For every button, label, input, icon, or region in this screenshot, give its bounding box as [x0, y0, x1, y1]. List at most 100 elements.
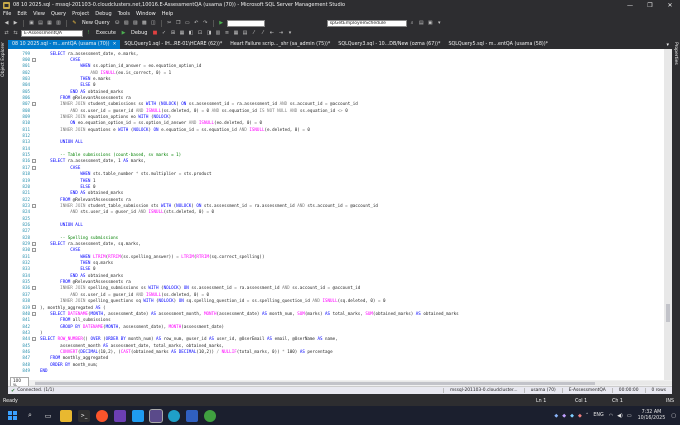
- object-explorer-tab[interactable]: Object Explorer: [1, 42, 6, 77]
- tray-app-icon[interactable]: ◆: [562, 413, 566, 419]
- fold-toggle-icon[interactable]: -: [32, 57, 36, 62]
- ssms-taskbar-icon[interactable]: [149, 408, 163, 423]
- mdx-icon[interactable]: ▧: [123, 20, 130, 27]
- code-line[interactable]: CASE: [40, 247, 80, 252]
- live-stats-icon[interactable]: ◨: [205, 30, 212, 37]
- debug-icon[interactable]: ▶: [120, 30, 127, 37]
- menu-file[interactable]: File: [3, 11, 11, 17]
- comment-icon[interactable]: ⁄: [250, 30, 257, 37]
- code-line[interactable]: ORDER BY month_num;: [40, 362, 98, 367]
- tab-heart-failure-script[interactable]: Heart Failure scrip..._shr (sa_admin (75…: [226, 40, 334, 49]
- clock[interactable]: 7:32 AM 10/16/2025: [638, 410, 666, 422]
- code-line[interactable]: CASE: [40, 57, 80, 62]
- connect-icon[interactable]: ⇄: [3, 30, 10, 37]
- code-line[interactable]: END AS obtained_marks: [40, 190, 123, 195]
- redo-icon[interactable]: ↷: [202, 20, 209, 27]
- code-line[interactable]: INNER JOIN spelling_submissions ss WITH …: [40, 285, 360, 290]
- include-plan-icon[interactable]: ⊡: [196, 30, 203, 37]
- code-line[interactable]: SELECT ra.assessment_date, sq.marks,: [40, 241, 141, 246]
- vertical-scroll-thumb[interactable]: [666, 304, 670, 322]
- tray-app-icon[interactable]: ◆: [554, 413, 558, 419]
- properties-icon[interactable]: ▤: [418, 20, 425, 27]
- vertical-scrollbar[interactable]: [664, 49, 672, 380]
- disconnect-icon[interactable]: ⇆: [12, 30, 19, 37]
- save-all-icon[interactable]: ▥: [55, 20, 62, 27]
- close-tab-icon[interactable]: ✕: [113, 42, 117, 47]
- task-view-icon[interactable]: ▭: [42, 410, 54, 422]
- cancel-query-icon[interactable]: ■: [151, 30, 158, 37]
- menu-view[interactable]: View: [33, 11, 45, 17]
- intellisense-icon[interactable]: ◧: [187, 30, 194, 37]
- edge-browser-icon[interactable]: [168, 409, 180, 422]
- code-line[interactable]: UNION ALL: [40, 222, 83, 227]
- code-line[interactable]: AND ss.user_id = @user_id AND ISNULL(ss.…: [40, 292, 209, 297]
- tab-sqlquery5[interactable]: SQLQuery5.sql - m...entQA (usama (58))*: [444, 40, 552, 49]
- code-line[interactable]: FROM @RelevantAssessments ra: [40, 197, 131, 202]
- minimize-button[interactable]: —: [620, 0, 640, 10]
- code-line[interactable]: AND ss.user_id = @user_id AND ISNULL(ss.…: [40, 108, 347, 113]
- code-line[interactable]: INNER JOIN student_submissions ss WITH (…: [40, 101, 358, 106]
- fold-toggle-icon[interactable]: -: [32, 337, 36, 342]
- code-line[interactable]: END AS obtained_marks: [40, 273, 123, 278]
- visual-studio-icon[interactable]: [114, 409, 126, 422]
- specify-values-icon[interactable]: ▾: [286, 30, 293, 37]
- search-icon[interactable]: ⌕: [24, 410, 36, 422]
- available-databases-combo[interactable]: E-AssessmentQA: [21, 29, 83, 37]
- paste-icon[interactable]: ▭: [184, 20, 191, 27]
- file-explorer-icon[interactable]: [60, 409, 72, 422]
- code-line[interactable]: CASE: [40, 165, 80, 170]
- uncomment-icon[interactable]: ⁄: [259, 30, 266, 37]
- menu-tools[interactable]: Tools: [118, 11, 130, 17]
- code-line[interactable]: CONVERT(DECIMAL(10,2), (CAST(obtained_ma…: [40, 349, 332, 354]
- results-text-icon[interactable]: ≡: [223, 30, 230, 37]
- menu-help[interactable]: Help: [162, 11, 173, 17]
- xmla-icon[interactable]: ▩: [141, 20, 148, 27]
- code-line[interactable]: -- Table submissions (count-based, sv ma…: [40, 152, 181, 157]
- tab-sqlquery1[interactable]: SQLQuery1.sql - IH...RE-01\HCARE (62))*: [120, 40, 226, 49]
- code-line[interactable]: SELECT ra.assessment_date, 1 AS marks,: [40, 158, 146, 163]
- code-line[interactable]: END AS obtained_marks: [40, 89, 123, 94]
- undo-icon[interactable]: ↶: [193, 20, 200, 27]
- code-line[interactable]: WHEN sts.table_number * sts.multiplier =…: [40, 171, 211, 176]
- fold-toggle-icon[interactable]: -: [32, 248, 36, 253]
- fold-toggle-icon[interactable]: -: [32, 305, 36, 310]
- new-query-icon[interactable]: ✎: [71, 20, 78, 27]
- dmx-icon[interactable]: ▨: [132, 20, 139, 27]
- execute-icon[interactable]: !: [85, 30, 92, 37]
- query-designer-icon[interactable]: ▦: [178, 30, 185, 37]
- close-button[interactable]: ✕: [660, 0, 680, 10]
- code-line[interactable]: FROM @RelevantAssessments ra: [40, 95, 131, 100]
- code-line[interactable]: ), monthly_aggregated AS (: [40, 305, 106, 310]
- tab-sqlquery3[interactable]: SQLQuery3.sql - 10...DB/New (ozma (67))*: [334, 40, 444, 49]
- toolbox-icon[interactable]: ▣: [427, 20, 434, 27]
- cut-icon[interactable]: ✂: [166, 20, 173, 27]
- horizontal-scroll-thumb[interactable]: [35, 381, 596, 385]
- code-line[interactable]: AND ISNULL(eo.is_correct, 0) = 1: [40, 70, 171, 75]
- code-line[interactable]: ELSE 0: [40, 184, 95, 189]
- copy-icon[interactable]: ❐: [175, 20, 182, 27]
- menu-edit[interactable]: Edit: [17, 11, 27, 17]
- new-query-button[interactable]: New Query: [82, 20, 110, 26]
- code-line[interactable]: FROM monthly_aggregated: [40, 355, 108, 360]
- tray-app-icon[interactable]: ◆: [570, 413, 574, 419]
- code-line[interactable]: INNER JOIN student_table_submission sts …: [40, 203, 378, 208]
- code-line[interactable]: INNER JOIN equation_options eo WITH (NOL…: [40, 114, 171, 119]
- menu-query[interactable]: Query: [51, 11, 66, 17]
- fold-toggle-icon[interactable]: -: [32, 311, 36, 316]
- save-icon[interactable]: ▦: [46, 20, 53, 27]
- display-plan-icon[interactable]: ⊞: [169, 30, 176, 37]
- menu-window[interactable]: Window: [136, 11, 156, 17]
- app-icon-green[interactable]: [204, 409, 216, 422]
- dax-icon[interactable]: ◫: [150, 20, 157, 27]
- fold-toggle-icon[interactable]: -: [32, 159, 36, 164]
- code-line[interactable]: THEN sq.marks: [40, 260, 113, 265]
- code-line[interactable]: INNER JOIN equations e WITH (NOLOCK) ON …: [40, 127, 310, 132]
- debug-button[interactable]: Debug: [131, 30, 147, 36]
- code-line[interactable]: -- Spelling submissions: [40, 235, 118, 240]
- maximize-button[interactable]: ❐: [640, 0, 660, 10]
- code-line[interactable]: END: [40, 368, 48, 373]
- code-line[interactable]: ): [40, 330, 43, 335]
- code-line[interactable]: THEN e.marks: [40, 76, 110, 81]
- options-icon[interactable]: ▾: [436, 20, 443, 27]
- vscode-icon[interactable]: [132, 409, 144, 422]
